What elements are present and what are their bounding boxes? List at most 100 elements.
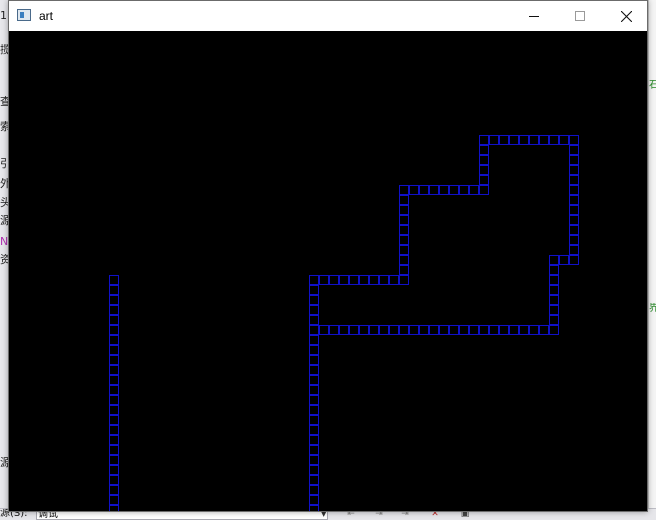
grid-cell [309,405,319,415]
grid-cell [109,505,119,511]
grid-cell [569,235,579,245]
grid-cell [529,135,539,145]
bg-glyph: 外 [0,178,8,190]
grid-cell [479,325,489,335]
grid-cell [479,185,489,195]
grid-cell [569,135,579,145]
bg-glyph: 1 [0,10,7,22]
grid-cell [339,325,349,335]
grid-cell [109,385,119,395]
grid-cell [399,205,409,215]
grid-cell [109,485,119,495]
grid-cell [399,275,409,285]
app-window[interactable]: art [8,0,648,512]
grid-cell [309,455,319,465]
grid-cell [549,305,559,315]
app-window-icon[interactable] [17,9,31,21]
grid-cell [569,165,579,175]
bg-glyph: 头 [0,197,8,209]
grid-cell [399,185,409,195]
grid-cell [109,275,119,285]
bg-glyph: 引 [0,158,8,170]
grid-cell [399,245,409,255]
grid-cell [549,295,559,305]
grid-cell [319,275,329,285]
grid-cell [109,445,119,455]
grid-cell [479,175,489,185]
grid-cell [359,275,369,285]
grid-cell [109,295,119,305]
grid-cell [109,435,119,445]
grid-cell [549,325,559,335]
close-icon [620,10,632,22]
bg-glyph: 源 [0,457,8,469]
grid-cell [529,325,539,335]
grid-cell [469,325,479,335]
grid-cell [399,225,409,235]
grid-cell [389,275,399,285]
grid-cell [379,275,389,285]
grid-cell [429,185,439,195]
grid-cell [399,215,409,225]
grid-cell [109,415,119,425]
grid-cell [399,255,409,265]
maximize-button[interactable] [557,1,603,31]
grid-cell [569,195,579,205]
grid-cell [109,455,119,465]
grid-cell [109,495,119,505]
grid-cell [459,325,469,335]
grid-cell [109,465,119,475]
grid-cell [419,185,429,195]
grid-cell [569,215,579,225]
grid-cell [399,265,409,275]
grid-cell [569,225,579,235]
grid-cell [109,475,119,485]
grid-cell [569,255,579,265]
grid-cell [479,135,489,145]
grid-cell [369,325,379,335]
maximize-icon [575,11,585,21]
grid-cell [479,165,489,175]
grid-cell [109,395,119,405]
grid-cell [329,275,339,285]
grid-cell [109,335,119,345]
grid-cell [489,325,499,335]
grid-cell [309,465,319,475]
close-button[interactable] [603,1,649,31]
grid-cell [309,505,319,511]
grid-cell [109,315,119,325]
grid-cell [519,135,529,145]
chevron-down-icon[interactable]: ▼ [321,511,326,518]
grid-cell [109,285,119,295]
grid-cell [109,405,119,415]
grid-cell [499,135,509,145]
grid-cell [349,325,359,335]
grid-cell [539,325,549,335]
grid-cell [109,325,119,335]
title-bar[interactable]: art [9,1,647,31]
grid-cell [309,475,319,485]
grid-cell [569,145,579,155]
bg-glyph: 揽 [0,44,8,56]
grid-cell [309,375,319,385]
grid-cell [549,285,559,295]
grid-cell [309,345,319,355]
drawing-canvas[interactable] [9,31,647,511]
grid-cell [109,305,119,315]
grid-cell [309,395,319,405]
grid-cell [449,185,459,195]
grid-cell [499,325,509,335]
grid-cell [449,325,459,335]
grid-cell [309,285,319,295]
bg-glyph: 界 [649,303,656,314]
grid-cell [489,135,499,145]
grid-cell [409,185,419,195]
grid-cell [519,325,529,335]
grid-cell [549,135,559,145]
grid-cell [309,415,319,425]
bg-glyph: 源 [0,215,8,227]
bg-glyph: 石 [649,80,656,91]
minimize-button[interactable] [511,1,557,31]
grid-cell [109,375,119,385]
grid-cell [409,325,419,335]
